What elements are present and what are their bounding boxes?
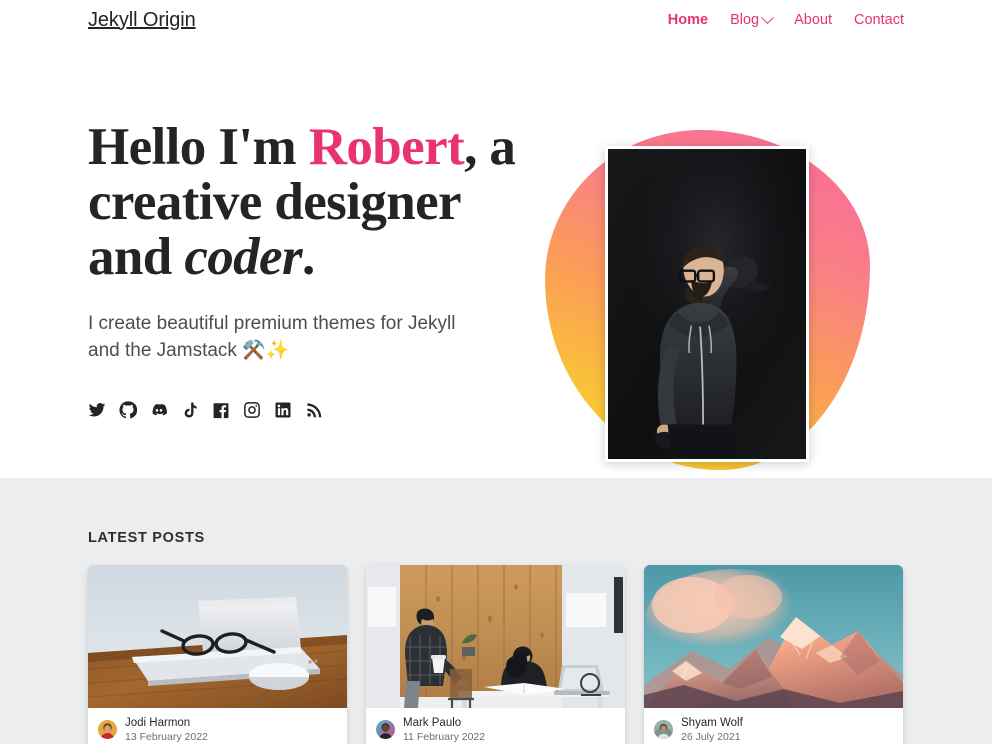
latest-posts-section: Latest posts [0, 478, 992, 744]
post-meta: Mark Paulo 11 February 2022 [366, 708, 625, 744]
facebook-icon[interactable] [212, 401, 230, 419]
post-date: 13 February 2022 [125, 730, 208, 743]
hero-section: Hello I'm Robert, a creative designer an… [0, 40, 992, 478]
post-card[interactable]: Shyam Wolf 26 July 2021 [644, 565, 903, 744]
avatar [98, 720, 117, 740]
post-thumbnail-office [366, 565, 625, 708]
hero-heading-part1: Hello I'm [88, 118, 309, 176]
hero-subtitle: I create beautiful premium themes for Je… [88, 313, 456, 362]
nav-item-home[interactable]: Home [668, 12, 708, 28]
social-links [88, 401, 548, 419]
post-author: Mark Paulo [403, 717, 462, 729]
discord-icon[interactable] [150, 401, 168, 419]
hero-artwork [545, 130, 870, 470]
tiktok-icon[interactable] [181, 401, 199, 419]
hero-portrait-image [605, 146, 809, 462]
main-navigation: Home Blog About Contact [668, 10, 904, 28]
post-meta: Shyam Wolf 26 July 2021 [644, 708, 903, 744]
post-date: 26 July 2021 [681, 730, 741, 743]
nav-item-about-label: About [794, 12, 833, 28]
nav-item-home-label: Home [667, 12, 709, 28]
post-meta-text: Jodi Harmon 13 February 2022 [125, 717, 208, 743]
hero-text-column: Hello I'm Robert, a creative designer an… [88, 40, 548, 419]
post-meta-text: Mark Paulo 11 February 2022 [403, 717, 485, 743]
hero-heading-accent: Robert [308, 118, 465, 176]
instagram-icon[interactable] [243, 401, 261, 419]
post-date: 11 February 2022 [403, 730, 486, 743]
page-root: Jekyll Origin Home Blog About Contact He… [0, 0, 992, 744]
latest-posts-title: Latest posts [88, 530, 205, 546]
nav-item-contact[interactable]: Contact [854, 12, 904, 28]
avatar [376, 720, 395, 740]
hero-heading-italic: coder [184, 228, 302, 287]
post-card[interactable]: Jodi Harmon 13 February 2022 [88, 565, 347, 744]
rss-icon[interactable] [305, 401, 323, 419]
site-header: Jekyll Origin Home Blog About Contact [0, 0, 992, 40]
site-brand[interactable]: Jekyll Origin [88, 9, 196, 32]
avatar [654, 720, 673, 740]
nav-item-about[interactable]: About [794, 12, 832, 28]
twitter-icon[interactable] [88, 401, 106, 419]
nav-item-blog[interactable]: Blog [730, 10, 774, 28]
post-thumbnail-mountain [644, 565, 903, 708]
post-card-list: Jodi Harmon 13 February 2022 Mark Paulo … [88, 565, 904, 744]
hero-heading: Hello I'm Robert, a creative designer an… [88, 118, 548, 287]
post-meta-text: Shyam Wolf 26 July 2021 [681, 717, 743, 743]
post-author: Shyam Wolf [681, 717, 743, 729]
post-author: Jodi Harmon [125, 717, 191, 729]
post-card[interactable]: Mark Paulo 11 February 2022 [366, 565, 625, 744]
nav-item-contact-label: Contact [854, 12, 904, 28]
nav-item-blog-label: Blog [730, 12, 760, 28]
github-icon[interactable] [119, 401, 137, 419]
post-thumbnail-desk [88, 565, 347, 708]
linkedin-icon[interactable] [274, 401, 292, 419]
post-meta: Jodi Harmon 13 February 2022 [88, 708, 347, 744]
chevron-down-icon [761, 10, 774, 24]
hero-heading-end: . [302, 228, 315, 287]
